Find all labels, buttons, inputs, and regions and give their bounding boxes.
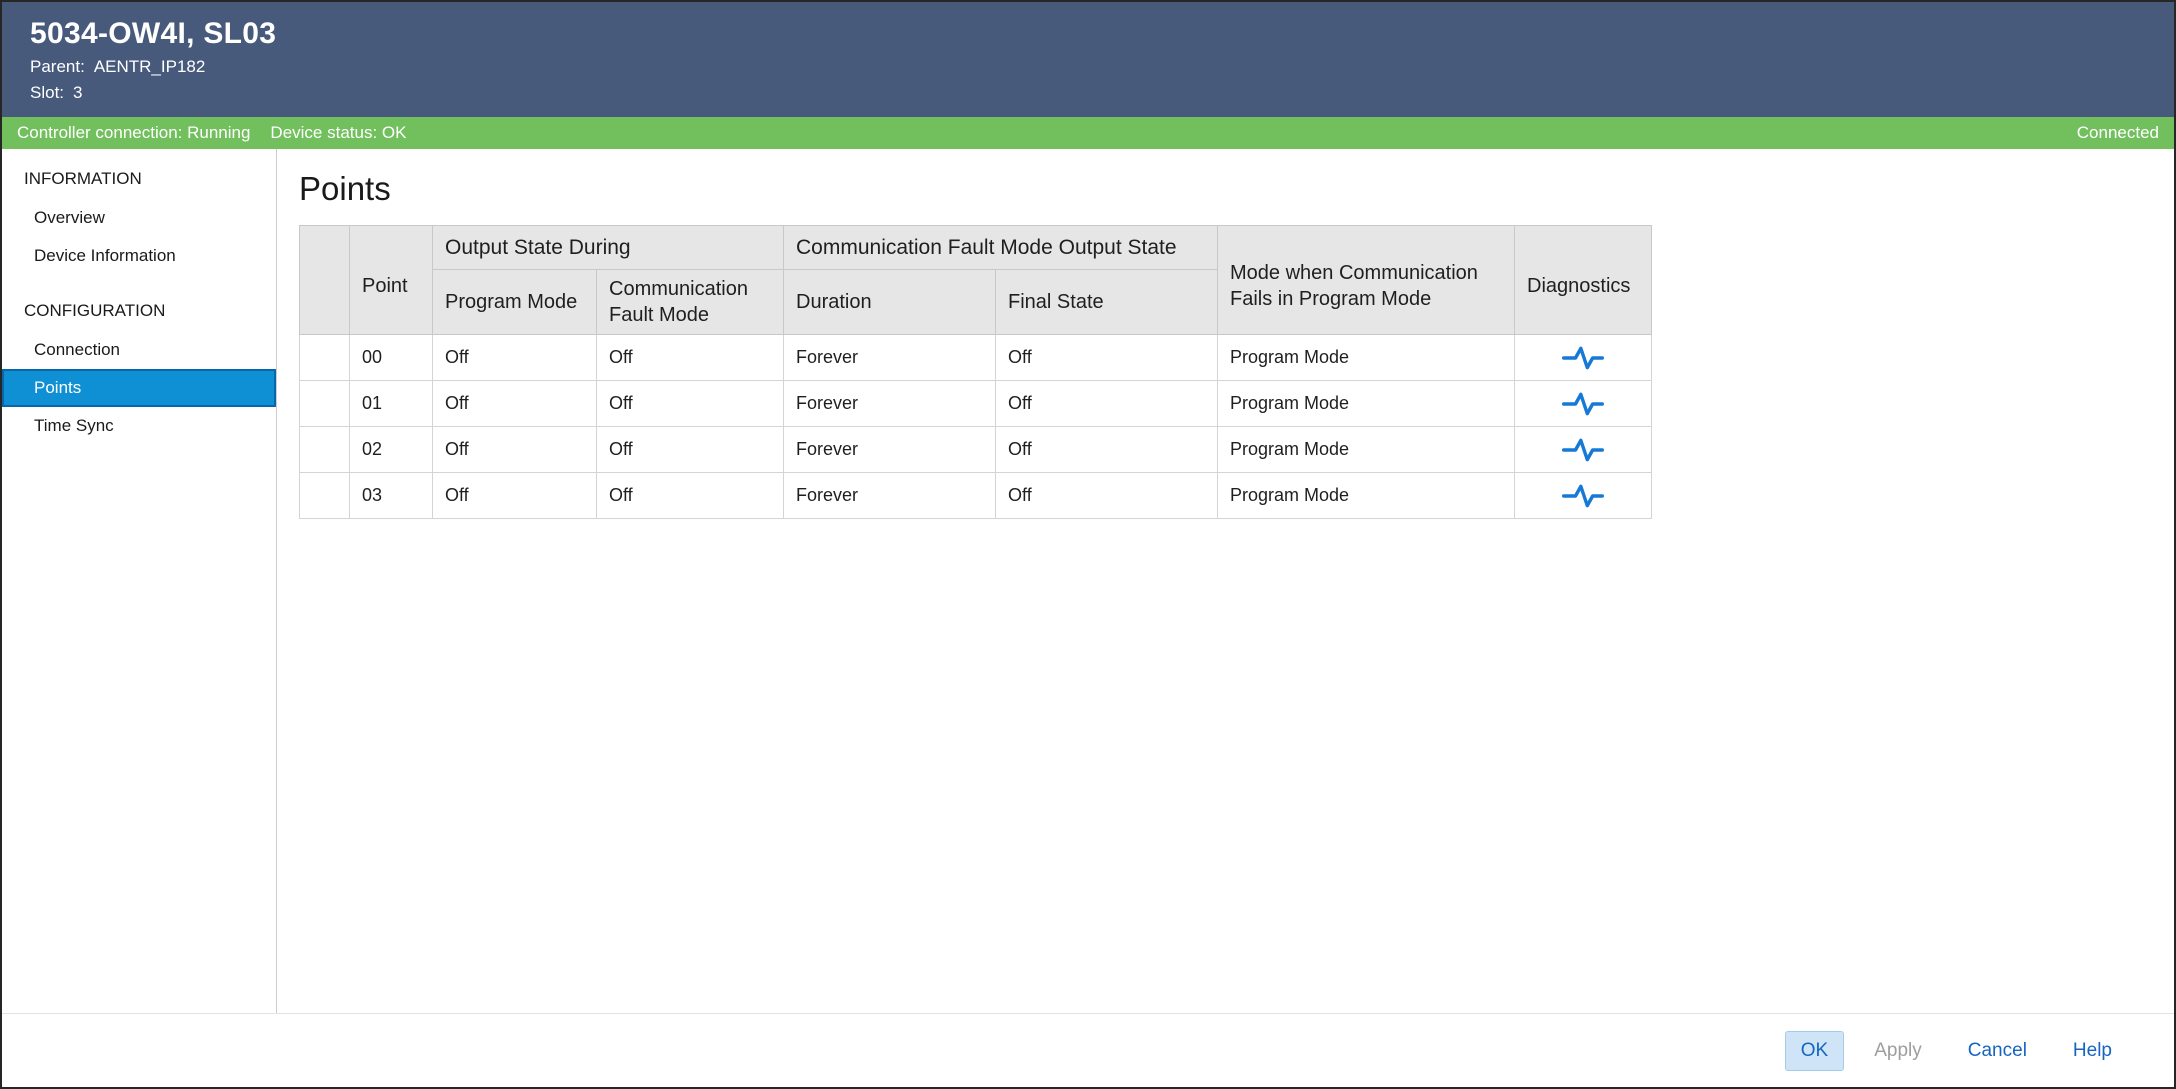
program-mode-cell[interactable]: Off [433, 427, 597, 473]
communication-fault-mode-cell[interactable]: Off [597, 427, 784, 473]
communication-fault-mode-cell[interactable]: Off [597, 381, 784, 427]
sidebar-section-configuration: CONFIGURATION [2, 289, 276, 331]
sidebar-item-device-information[interactable]: Device Information [2, 237, 276, 275]
diagnostics-waveform-icon[interactable] [1561, 389, 1605, 419]
device-profile-window: 5034-OW4I, SL03 Parent: AENTR_IP182 Slot:… [2, 2, 2174, 1087]
column-header-mode-when-comm-fails: Mode when Communication Fails in Program… [1218, 226, 1515, 335]
page-title: Points [299, 169, 2174, 209]
connection-state-badge: Connected [2077, 123, 2159, 143]
parent-line: Parent: AENTR_IP182 [30, 55, 2146, 79]
diagnostics-cell[interactable] [1515, 381, 1652, 427]
final-state-cell[interactable]: Off [996, 473, 1218, 519]
table-header-row-groups: Point Output State During Communication … [300, 226, 1652, 270]
parent-label: Parent: [30, 57, 85, 76]
mode-when-comm-fails-cell[interactable]: Program Mode [1218, 427, 1515, 473]
sidebar-item-points[interactable]: Points [2, 369, 276, 407]
program-mode-cell[interactable]: Off [433, 381, 597, 427]
device-status: Device status: OK [270, 123, 406, 143]
cancel-button[interactable]: Cancel [1952, 1031, 2043, 1071]
diagnostics-cell[interactable] [1515, 335, 1652, 381]
column-header-program-mode: Program Mode [433, 270, 597, 335]
mode-when-comm-fails-cell[interactable]: Program Mode [1218, 381, 1515, 427]
mode-when-comm-fails-cell[interactable]: Program Mode [1218, 335, 1515, 381]
column-header-final-state: Final State [996, 270, 1218, 335]
duration-cell[interactable]: Forever [784, 381, 996, 427]
device-title: 5034-OW4I, SL03 [30, 15, 2146, 53]
row-selector-header [300, 226, 350, 335]
point-cell: 02 [350, 427, 433, 473]
communication-fault-mode-cell[interactable]: Off [597, 473, 784, 519]
program-mode-cell[interactable]: Off [433, 335, 597, 381]
point-cell: 03 [350, 473, 433, 519]
table-row: 00 Off Off Forever Off Program Mode [300, 335, 1652, 381]
slot-line: Slot: 3 [30, 81, 2146, 105]
table-row: 01 Off Off Forever Off Program Mode [300, 381, 1652, 427]
sidebar-item-overview[interactable]: Overview [2, 199, 276, 237]
sidebar: INFORMATION Overview Device Information … [2, 149, 277, 1013]
group-header-output-state-during: Output State During [433, 226, 784, 270]
program-mode-cell[interactable]: Off [433, 473, 597, 519]
sidebar-item-time-sync[interactable]: Time Sync [2, 407, 276, 445]
parent-value: AENTR_IP182 [94, 57, 206, 76]
diagnostics-cell[interactable] [1515, 473, 1652, 519]
main-panel: Points Point Output State Dur [277, 149, 2174, 1013]
sidebar-item-connection[interactable]: Connection [2, 331, 276, 369]
row-selector[interactable] [300, 335, 350, 381]
duration-cell[interactable]: Forever [784, 335, 996, 381]
help-button[interactable]: Help [2057, 1031, 2128, 1071]
communication-fault-mode-cell[interactable]: Off [597, 335, 784, 381]
footer-button-bar: OK Apply Cancel Help [2, 1013, 2174, 1087]
row-selector[interactable] [300, 381, 350, 427]
points-table: Point Output State During Communication … [299, 225, 1652, 519]
diagnostics-waveform-icon[interactable] [1561, 435, 1605, 465]
column-header-diagnostics: Diagnostics [1515, 226, 1652, 335]
window-header: 5034-OW4I, SL03 Parent: AENTR_IP182 Slot:… [2, 2, 2174, 117]
table-row: 02 Off Off Forever Off Program Mode [300, 427, 1652, 473]
sidebar-section-information: INFORMATION [2, 157, 276, 199]
status-bar: Controller connection: Running Device st… [2, 117, 2174, 149]
diagnostics-cell[interactable] [1515, 427, 1652, 473]
point-cell: 00 [350, 335, 433, 381]
column-header-duration: Duration [784, 270, 996, 335]
slot-label: Slot: [30, 83, 64, 102]
table-row: 03 Off Off Forever Off Program Mode [300, 473, 1652, 519]
final-state-cell[interactable]: Off [996, 427, 1218, 473]
mode-when-comm-fails-cell[interactable]: Program Mode [1218, 473, 1515, 519]
diagnostics-waveform-icon[interactable] [1561, 481, 1605, 511]
ok-button[interactable]: OK [1785, 1031, 1844, 1071]
duration-cell[interactable]: Forever [784, 473, 996, 519]
slot-value: 3 [73, 83, 82, 102]
group-header-comm-fault-output-state: Communication Fault Mode Output State [784, 226, 1218, 270]
row-selector[interactable] [300, 427, 350, 473]
diagnostics-waveform-icon[interactable] [1561, 343, 1605, 373]
controller-connection-status: Controller connection: Running [17, 123, 250, 143]
final-state-cell[interactable]: Off [996, 335, 1218, 381]
point-cell: 01 [350, 381, 433, 427]
column-header-point: Point [350, 226, 433, 335]
duration-cell[interactable]: Forever [784, 427, 996, 473]
content-area: INFORMATION Overview Device Information … [2, 149, 2174, 1013]
final-state-cell[interactable]: Off [996, 381, 1218, 427]
row-selector[interactable] [300, 473, 350, 519]
apply-button[interactable]: Apply [1858, 1031, 1938, 1071]
column-header-communication-fault-mode: Communication Fault Mode [597, 270, 784, 335]
